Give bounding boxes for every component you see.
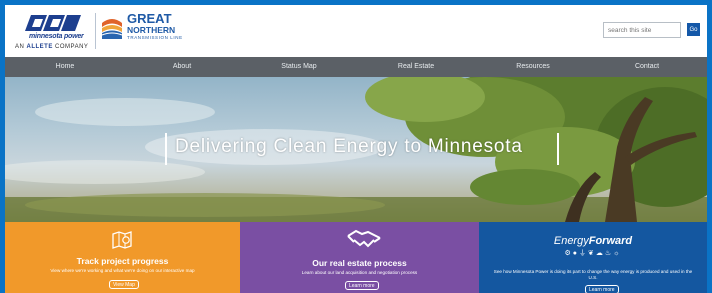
gn-title: GREAT bbox=[127, 11, 172, 26]
main-nav: Home About Status Map Real Estate Resour… bbox=[5, 57, 707, 77]
energy-forward-title: EnergyForward bbox=[479, 235, 707, 247]
gear-icon: ⚙ bbox=[564, 250, 573, 257]
leaf-icon: ❦ bbox=[587, 250, 596, 257]
energy-forward-learn-more-button[interactable]: Learn more bbox=[585, 285, 619, 293]
hero-title: Delivering Clean Energy to Minnesota bbox=[175, 136, 523, 157]
energy-icons-row: ⚙●⏚❦☁♨☼ bbox=[479, 248, 707, 258]
hero-bar-left bbox=[165, 133, 167, 165]
nav-resources[interactable]: Resources bbox=[473, 57, 593, 77]
minnesota-power-name: minnesota power bbox=[29, 33, 84, 40]
logo-divider bbox=[95, 13, 96, 49]
cloud-icon: ☁ bbox=[595, 250, 605, 257]
allete-suffix: COMPANY bbox=[55, 44, 89, 50]
nav-real-estate[interactable]: Real Estate bbox=[356, 57, 476, 77]
gn-tagline: TRANSMISSION LINE bbox=[127, 35, 183, 40]
sun-icon: ☼ bbox=[613, 250, 622, 257]
energy-forward-panel[interactable]: EnergyForward ⚙●⏚❦☁♨☼ See how Minnesota … bbox=[479, 222, 707, 293]
page: minnesota power AN ALLETE COMPANY GREAT … bbox=[5, 5, 707, 293]
nav-status-map[interactable]: Status Map bbox=[239, 57, 359, 77]
real-estate-desc: Learn about our land acquisition and neg… bbox=[301, 270, 418, 275]
nav-home[interactable]: Home bbox=[5, 57, 125, 77]
real-estate-panel[interactable]: Our real estate process Learn about our … bbox=[240, 222, 479, 293]
minnesota-power-logo[interactable]: minnesota power AN ALLETE COMPANY bbox=[15, 13, 93, 53]
allete-tagline: AN ALLETE COMPANY bbox=[15, 44, 88, 50]
real-estate-learn-more-button[interactable]: Learn more bbox=[345, 281, 379, 290]
nav-about[interactable]: About bbox=[122, 57, 242, 77]
search-input[interactable] bbox=[603, 22, 681, 38]
track-progress-panel[interactable]: Track project progress View where we're … bbox=[5, 222, 240, 293]
nav-contact[interactable]: Contact bbox=[587, 57, 707, 77]
track-progress-desc: View where we're working and what we're … bbox=[50, 268, 195, 273]
real-estate-title: Our real estate process bbox=[312, 258, 407, 268]
hero-banner: Delivering Clean Energy to Minnesota bbox=[5, 77, 707, 222]
view-map-button[interactable]: View Map bbox=[109, 280, 139, 289]
hero-title-block: Delivering Clean Energy to Minnesota bbox=[165, 133, 565, 165]
great-northern-emblem-icon bbox=[101, 19, 123, 39]
energy-forward-title-b: Forward bbox=[588, 235, 633, 247]
track-progress-title: Track project progress bbox=[76, 256, 169, 266]
allete-name: ALLETE bbox=[26, 44, 53, 50]
plug-icon: ⏚ bbox=[578, 250, 588, 257]
minnesota-power-mark-icon bbox=[25, 15, 81, 31]
hero-bar-right bbox=[557, 133, 559, 165]
map-pin-icon bbox=[112, 231, 132, 249]
energy-forward-title-a: Energy bbox=[553, 235, 589, 247]
flame-icon: ♨ bbox=[604, 250, 614, 257]
handshake-icon bbox=[347, 229, 381, 248]
gn-subtitle: NORTHERN bbox=[127, 25, 176, 35]
site-header: minnesota power AN ALLETE COMPANY GREAT … bbox=[5, 5, 707, 57]
energy-forward-desc: See how Minnesota Power is doing its par… bbox=[493, 269, 693, 280]
great-northern-logo[interactable]: GREAT NORTHERN TRANSMISSION LINE bbox=[100, 11, 183, 49]
allete-prefix: AN bbox=[15, 44, 25, 50]
search-go-button[interactable]: Go bbox=[687, 23, 700, 36]
